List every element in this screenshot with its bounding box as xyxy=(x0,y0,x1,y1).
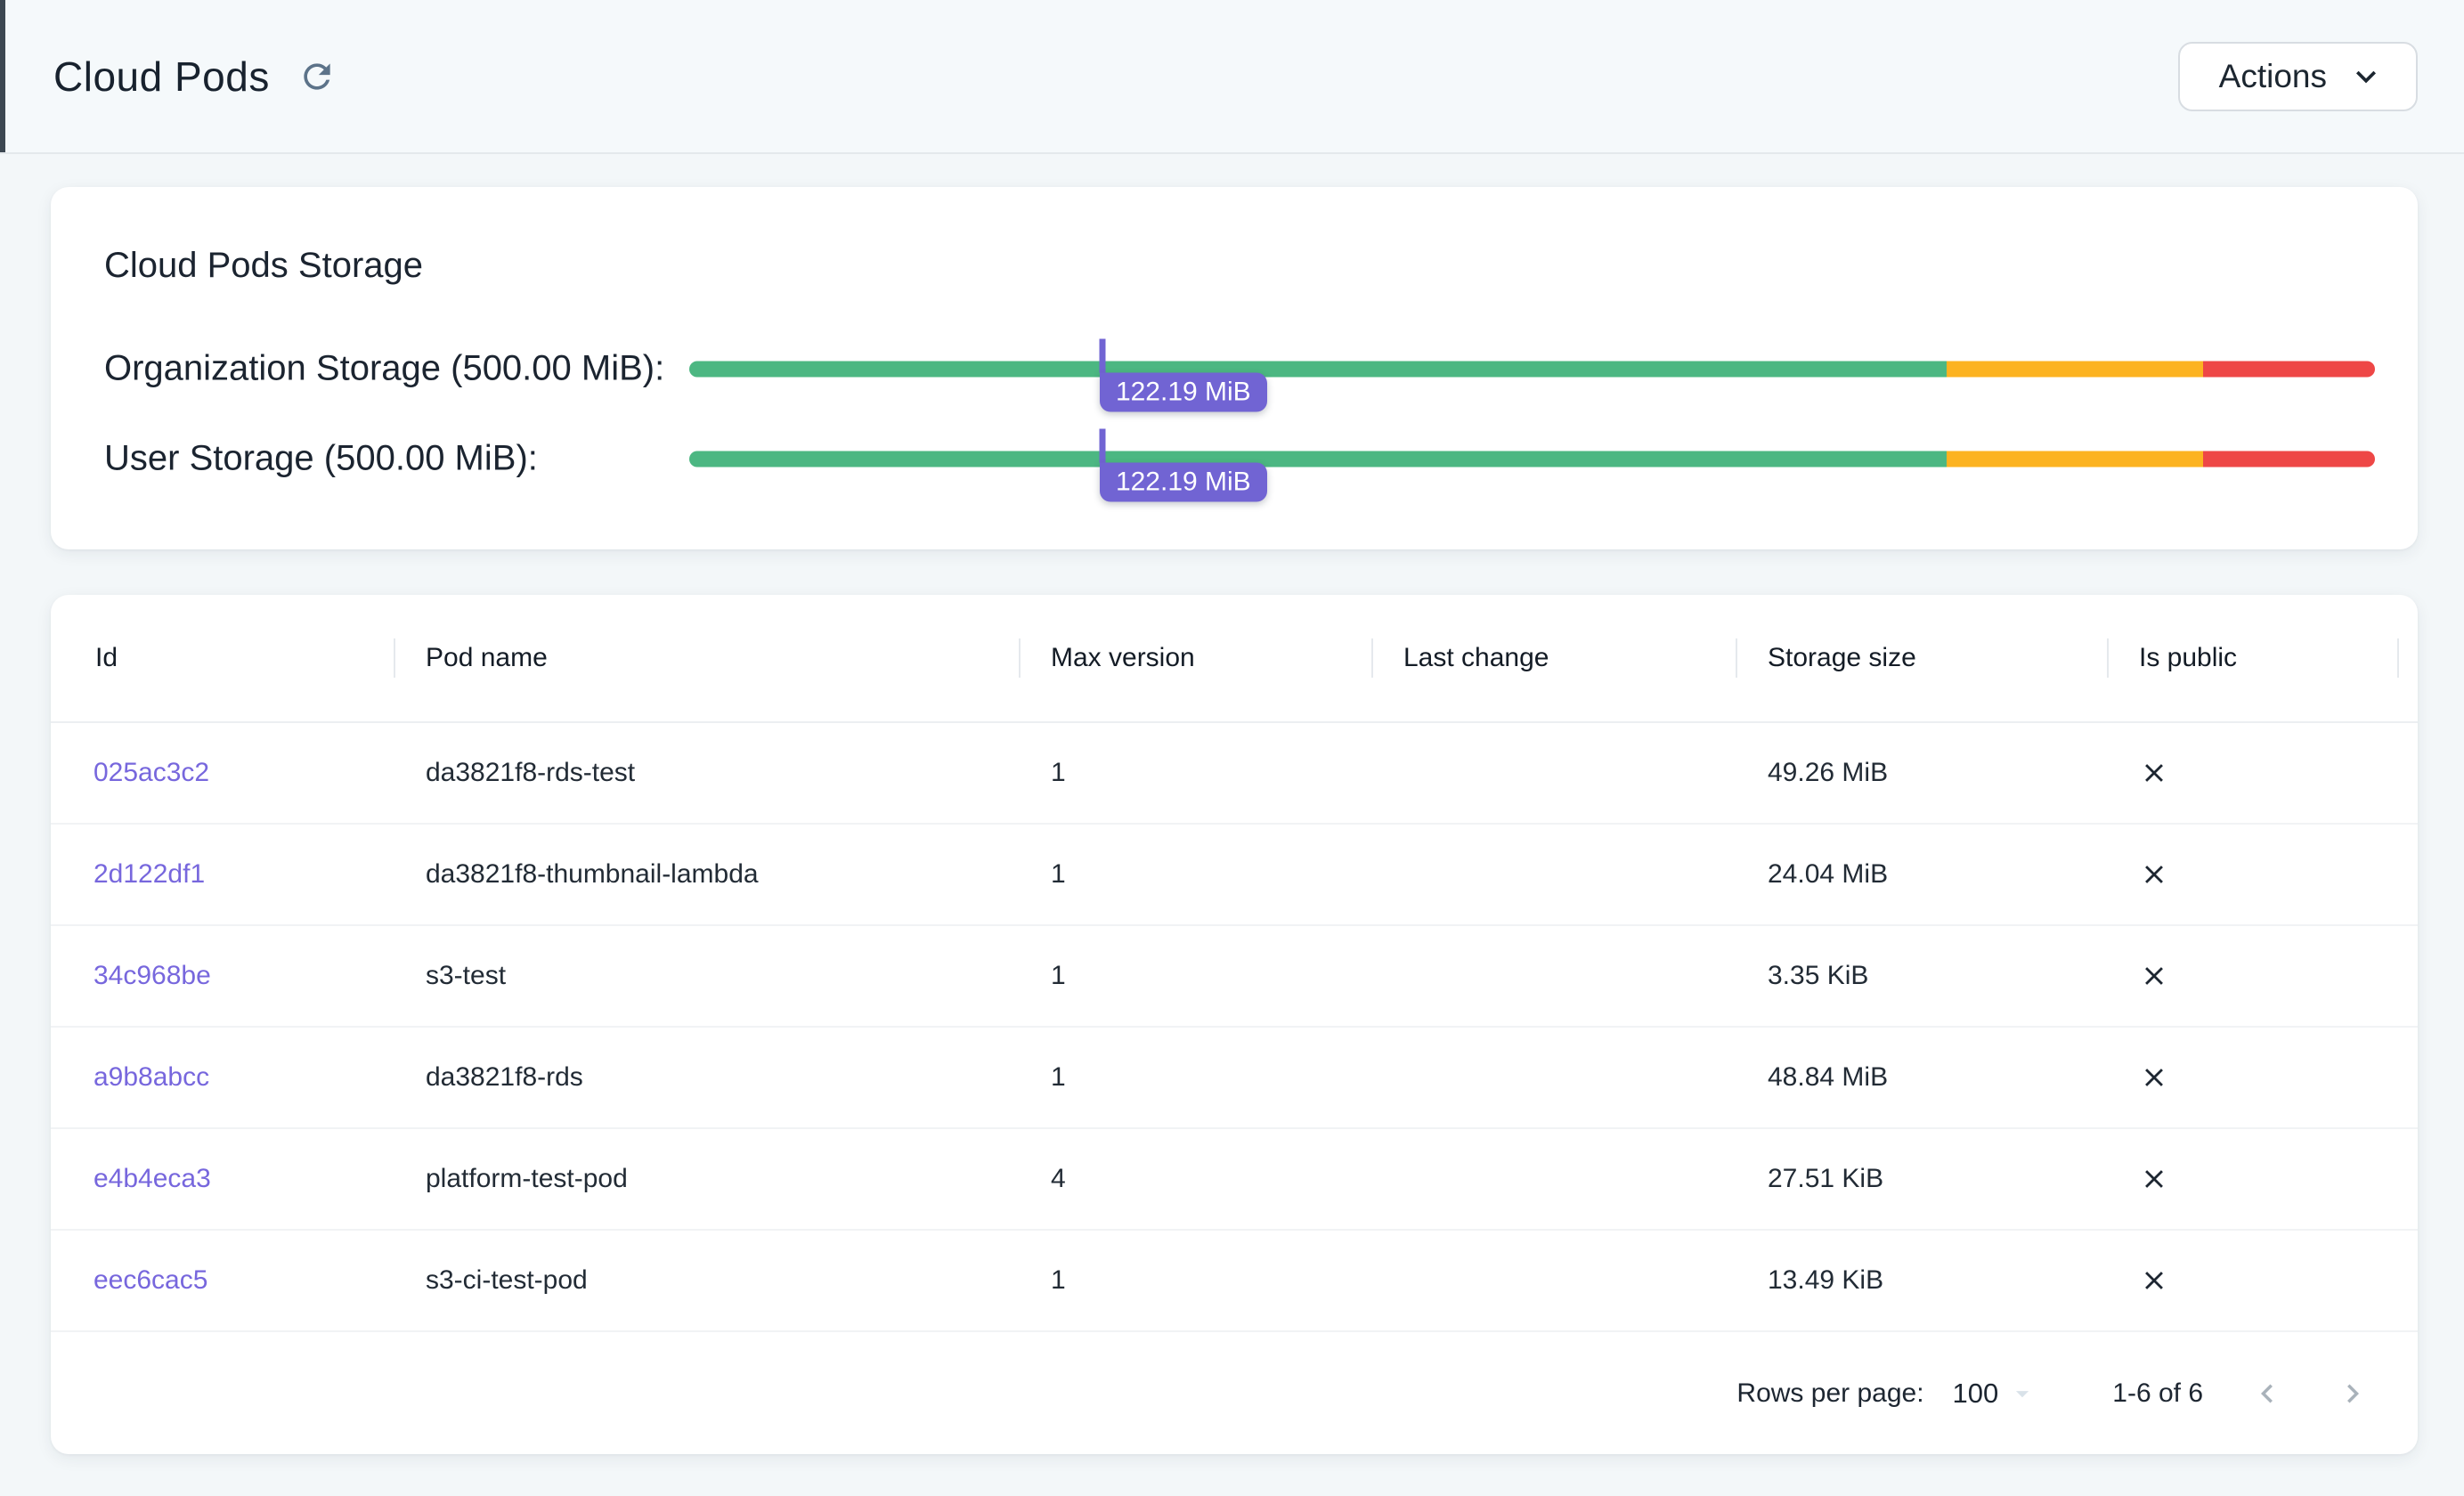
chevron-down-icon xyxy=(2346,57,2386,96)
column-header-id: Id xyxy=(51,643,394,673)
storage-usage-badge: 122.19 MiB xyxy=(1100,462,1267,501)
column-separator xyxy=(2107,638,2109,678)
storage-usage-badge: 122.19 MiB xyxy=(1100,372,1267,411)
max-version-cell: 1 xyxy=(1019,758,1371,788)
column-header-last-change: Last change xyxy=(1371,643,1736,673)
max-version-cell: 4 xyxy=(1019,1164,1371,1194)
column-separator xyxy=(1371,638,1373,678)
column-header-pod-name: Pod name xyxy=(394,643,1019,673)
refresh-button[interactable] xyxy=(297,56,337,97)
pod-id-link[interactable]: 2d122df1 xyxy=(94,859,205,890)
pod-name-cell: da3821f8-rds xyxy=(394,1062,1019,1093)
column-header-storage-size: Storage size xyxy=(1736,643,2107,673)
pod-id-link[interactable]: eec6cac5 xyxy=(94,1265,207,1296)
storage-bar-green-segment xyxy=(689,361,1947,377)
cross-icon xyxy=(2139,1164,2169,1194)
refresh-icon xyxy=(297,57,337,96)
previous-page-button[interactable] xyxy=(2242,1369,2292,1419)
storage-bar-orange-segment xyxy=(1947,451,2203,467)
column-header-max-version: Max version xyxy=(1019,643,1371,673)
max-version-cell: 1 xyxy=(1019,961,1371,991)
storage-size-cell: 49.26 MiB xyxy=(1736,758,2107,788)
storage-size-cell: 27.51 KiB xyxy=(1736,1164,2107,1194)
storage-size-cell: 48.84 MiB xyxy=(1736,1062,2107,1093)
cross-icon xyxy=(2139,1062,2169,1093)
pod-name-cell: s3-test xyxy=(394,961,1019,991)
column-separator xyxy=(394,638,395,678)
table-pagination: Rows per page: 100 1-6 of 6 xyxy=(51,1332,2418,1454)
pod-id-link[interactable]: 34c968be xyxy=(94,961,211,991)
storage-size-cell: 3.35 KiB xyxy=(1736,961,2107,991)
organization-storage-label: Organization Storage (500.00 MiB): xyxy=(104,349,689,389)
page-header: Cloud Pods Actions xyxy=(0,0,2464,154)
storage-bar-red-segment xyxy=(2203,451,2375,467)
left-edge-sliver xyxy=(0,0,5,152)
user-storage-row: User Storage (500.00 MiB): 122.19 MiB xyxy=(104,439,2375,479)
cross-icon xyxy=(2139,859,2169,890)
storage-usage-marker xyxy=(1099,428,1105,462)
table-body: 025ac3c2 da3821f8-rds-test 1 49.26 MiB 2… xyxy=(51,723,2418,1332)
pod-id-link[interactable]: e4b4eca3 xyxy=(94,1164,211,1194)
storage-usage-marker xyxy=(1099,338,1105,372)
table-row: 025ac3c2 da3821f8-rds-test 1 49.26 MiB xyxy=(51,723,2418,825)
rows-per-page-label: Rows per page: xyxy=(1736,1378,1923,1409)
table-row: a9b8abcc da3821f8-rds 1 48.84 MiB xyxy=(51,1028,2418,1129)
storage-size-cell: 13.49 KiB xyxy=(1736,1265,2107,1296)
rows-per-page-select[interactable]: 100 xyxy=(1953,1378,2038,1410)
pod-id-link[interactable]: a9b8abcc xyxy=(94,1062,209,1093)
pod-name-cell: da3821f8-rds-test xyxy=(394,758,1019,788)
pagination-range-label: 1-6 of 6 xyxy=(2112,1378,2203,1409)
organization-storage-row: Organization Storage (500.00 MiB): 122.1… xyxy=(104,349,2375,389)
arrow-dropdown-icon xyxy=(1998,1378,2037,1409)
rows-per-page-value: 100 xyxy=(1953,1378,1999,1410)
storage-card: Cloud Pods Storage Organization Storage … xyxy=(51,187,2418,549)
storage-bar-red-segment xyxy=(2203,361,2375,377)
chevron-left-icon xyxy=(2249,1375,2286,1412)
storage-card-title: Cloud Pods Storage xyxy=(104,246,423,286)
pod-id-link[interactable]: 025ac3c2 xyxy=(94,758,209,788)
max-version-cell: 1 xyxy=(1019,1062,1371,1093)
table-row: eec6cac5 s3-ci-test-pod 1 13.49 KiB xyxy=(51,1231,2418,1332)
chevron-right-icon xyxy=(2334,1375,2371,1412)
table-row: 34c968be s3-test 1 3.35 KiB xyxy=(51,926,2418,1028)
column-separator xyxy=(2397,638,2399,678)
page-title: Cloud Pods xyxy=(53,53,270,101)
storage-size-cell: 24.04 MiB xyxy=(1736,859,2107,890)
column-separator xyxy=(1736,638,1737,678)
pod-name-cell: s3-ci-test-pod xyxy=(394,1265,1019,1296)
table-row: 2d122df1 da3821f8-thumbnail-lambda 1 24.… xyxy=(51,825,2418,926)
table-header-row: Id Pod name Max version Last change Stor… xyxy=(51,595,2418,723)
next-page-button[interactable] xyxy=(2328,1369,2378,1419)
pod-name-cell: da3821f8-thumbnail-lambda xyxy=(394,859,1019,890)
storage-bar-orange-segment xyxy=(1947,361,2203,377)
cross-icon xyxy=(2139,961,2169,991)
storage-bar-green-segment xyxy=(689,451,1947,467)
user-storage-bar: 122.19 MiB xyxy=(689,451,2375,467)
organization-storage-bar: 122.19 MiB xyxy=(689,361,2375,377)
pod-name-cell: platform-test-pod xyxy=(394,1164,1019,1194)
max-version-cell: 1 xyxy=(1019,859,1371,890)
pods-table-card: Id Pod name Max version Last change Stor… xyxy=(51,595,2418,1454)
user-storage-label: User Storage (500.00 MiB): xyxy=(104,439,689,479)
max-version-cell: 1 xyxy=(1019,1265,1371,1296)
table-row: e4b4eca3 platform-test-pod 4 27.51 KiB xyxy=(51,1129,2418,1231)
column-separator xyxy=(1019,638,1021,678)
actions-button-label: Actions xyxy=(2219,58,2327,95)
cross-icon xyxy=(2139,1265,2169,1296)
actions-button[interactable]: Actions xyxy=(2178,42,2418,111)
cross-icon xyxy=(2139,758,2169,788)
column-header-is-public: Is public xyxy=(2107,643,2418,673)
